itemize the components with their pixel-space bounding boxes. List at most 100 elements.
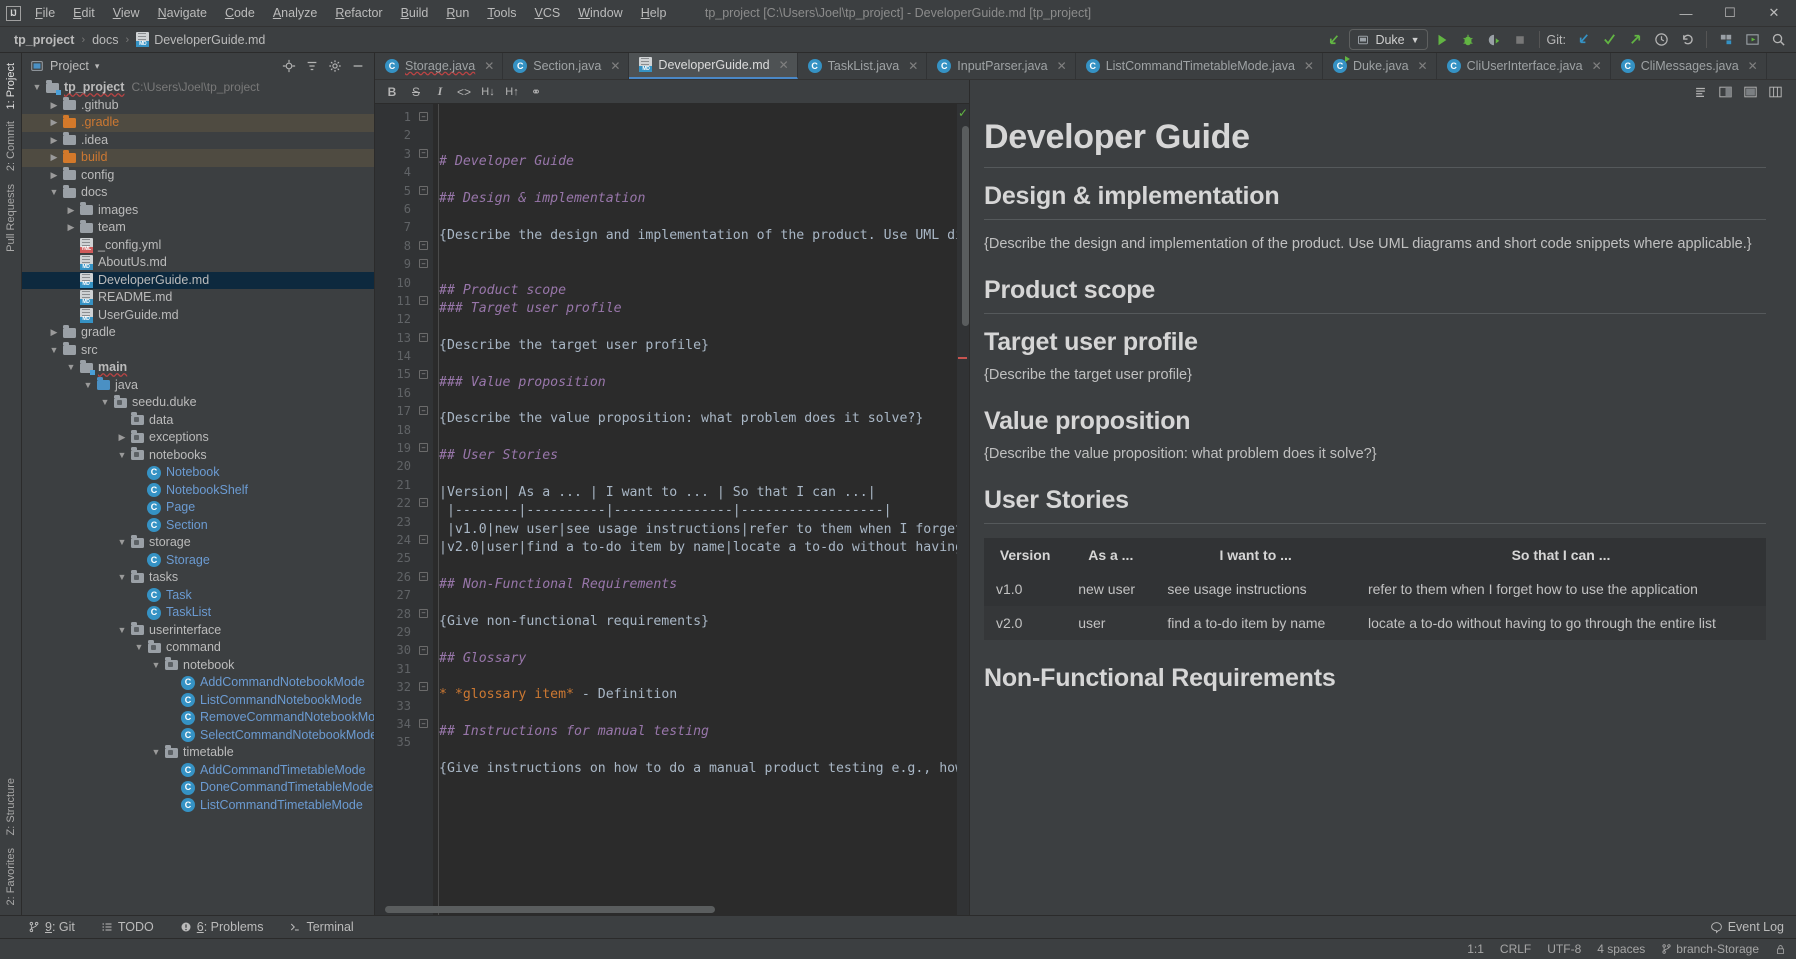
- line-number[interactable]: 25: [375, 549, 433, 567]
- file-encoding[interactable]: UTF-8: [1547, 942, 1581, 956]
- update-project-icon[interactable]: [1571, 29, 1595, 51]
- menu-item-file[interactable]: File: [26, 3, 64, 23]
- breadcrumb[interactable]: tp_project›docs›MDDeveloperGuide.md: [10, 31, 269, 48]
- chevron-right-icon[interactable]: ▶: [47, 167, 61, 185]
- code-line[interactable]: [439, 392, 957, 410]
- fold-end-icon[interactable]: −: [419, 535, 428, 544]
- tree-node-donecommandtimetablemode[interactable]: CDoneCommandTimetableMode: [22, 779, 374, 797]
- code-line[interactable]: [439, 705, 957, 723]
- tool-window-button-z-structure[interactable]: Z: Structure: [3, 772, 19, 841]
- tree-node-storage[interactable]: ▼storage: [22, 534, 374, 552]
- tree-node-notebookshelf[interactable]: CNotebookShelf: [22, 482, 374, 500]
- stop-icon[interactable]: [1508, 29, 1532, 51]
- hide-panel-icon[interactable]: [347, 55, 369, 77]
- tree-node-storage[interactable]: CStorage: [22, 552, 374, 570]
- code-line[interactable]: |Version| As a ... | I want to ... | So …: [439, 484, 957, 502]
- tree-node-userinterface[interactable]: ▼userinterface: [22, 622, 374, 640]
- code-line[interactable]: [439, 263, 957, 281]
- editor-tab-bar[interactable]: CStorage.java✕CSection.java✕MDDeveloperG…: [375, 53, 1796, 80]
- tree-node-command[interactable]: ▼command: [22, 639, 374, 657]
- show-editor-only-icon[interactable]: [1689, 82, 1711, 102]
- close-icon[interactable]: ✕: [1418, 59, 1428, 73]
- code-editor[interactable]: −12−34−567−8−910−1112−1314−1516−1718−192…: [375, 104, 969, 915]
- fold-region-icon[interactable]: −: [419, 572, 428, 581]
- chevron-right-icon[interactable]: ▶: [47, 114, 61, 132]
- line-number[interactable]: 23: [375, 513, 433, 531]
- close-icon[interactable]: ✕: [908, 59, 918, 73]
- close-icon[interactable]: ✕: [1748, 59, 1758, 73]
- chevron-down-icon[interactable]: ▼: [115, 622, 129, 640]
- tree-node--idea[interactable]: ▶.idea: [22, 132, 374, 150]
- fold-end-icon[interactable]: −: [419, 333, 428, 342]
- chevron-down-icon[interactable]: ▼: [30, 79, 44, 97]
- menu-item-build[interactable]: Build: [392, 3, 438, 23]
- bottom-bar-6-problems[interactable]: 6: Problems: [176, 919, 268, 935]
- chevron-right-icon[interactable]: ▶: [47, 97, 61, 115]
- source-code-text[interactable]: # Developer Guide ## Design & implementa…: [433, 104, 957, 915]
- preview-layout-icon[interactable]: [1740, 29, 1764, 51]
- debug-icon[interactable]: [1456, 29, 1480, 51]
- menu-item-refactor[interactable]: Refactor: [326, 3, 391, 23]
- tree-node-selectcommandnotebookmode[interactable]: CSelectCommandNotebookMode: [22, 727, 374, 745]
- chevron-down-icon[interactable]: ▼: [115, 447, 129, 465]
- chevron-right-icon[interactable]: ▶: [47, 149, 61, 167]
- line-number[interactable]: 18: [375, 421, 433, 439]
- tree-node-developerguide-md[interactable]: MDDeveloperGuide.md: [22, 272, 374, 290]
- tree-node-tasks[interactable]: ▼tasks: [22, 569, 374, 587]
- fold-end-icon[interactable]: −: [419, 149, 428, 158]
- fold-region-icon[interactable]: −: [419, 646, 428, 655]
- close-icon[interactable]: ✕: [610, 59, 620, 73]
- breadcrumb-item-developerguide-md[interactable]: MDDeveloperGuide.md: [132, 31, 269, 48]
- tree-node--github[interactable]: ▶.github: [22, 97, 374, 115]
- chevron-down-icon[interactable]: ▼: [115, 569, 129, 587]
- line-number[interactable]: 14: [375, 347, 433, 365]
- strikethrough-icon[interactable]: S: [405, 82, 427, 102]
- chevron-right-icon[interactable]: ▶: [47, 132, 61, 150]
- tree-node-section[interactable]: CSection: [22, 517, 374, 535]
- editor-tab-cliuserinterface-java[interactable]: CCliUserInterface.java✕: [1437, 53, 1611, 79]
- code-line[interactable]: ### Target user profile: [439, 300, 957, 318]
- menu-item-view[interactable]: View: [104, 3, 149, 23]
- event-log-group[interactable]: Event Log: [1710, 920, 1796, 934]
- minimize-button[interactable]: —: [1664, 0, 1708, 27]
- chevron-down-icon[interactable]: ▼: [81, 377, 95, 395]
- code-line[interactable]: |v1.0|new user|see usage instructions|re…: [439, 521, 957, 539]
- code-line[interactable]: [439, 245, 957, 263]
- editor-tab-inputparser-java[interactable]: CInputParser.java✕: [927, 53, 1075, 79]
- chevron-down-icon[interactable]: ▾: [95, 61, 100, 72]
- code-line[interactable]: [439, 594, 957, 612]
- code-line[interactable]: [439, 319, 957, 337]
- chevron-right-icon[interactable]: ▶: [47, 324, 61, 342]
- run-with-coverage-icon[interactable]: [1482, 29, 1506, 51]
- bold-icon[interactable]: B: [381, 82, 403, 102]
- line-number[interactable]: 10: [375, 274, 433, 292]
- bottom-bar-9-git[interactable]: 9: Git: [24, 919, 79, 935]
- tree-node-listcommandtimetablemode[interactable]: CListCommandTimetableMode: [22, 797, 374, 815]
- editor-tab-developerguide-md[interactable]: MDDeveloperGuide.md✕: [629, 53, 797, 79]
- chevron-down-icon[interactable]: ▼: [47, 342, 61, 360]
- tool-window-button-1-project[interactable]: 1: Project: [3, 57, 19, 115]
- code-line[interactable]: [439, 631, 957, 649]
- menu-item-navigate[interactable]: Navigate: [149, 3, 216, 23]
- line-number[interactable]: 16: [375, 384, 433, 402]
- code-icon[interactable]: <>: [453, 82, 475, 102]
- tree-node-notebooks[interactable]: ▼notebooks: [22, 447, 374, 465]
- breadcrumb-item-docs[interactable]: docs: [88, 32, 122, 48]
- horizontal-scrollbar[interactable]: [375, 906, 969, 915]
- tree-node--config-yml[interactable]: YML_config.yml: [22, 237, 374, 255]
- commit-icon[interactable]: [1597, 29, 1621, 51]
- inspection-status-icon[interactable]: ✓: [957, 106, 969, 120]
- tree-node-userguide-md[interactable]: MDUserGuide.md: [22, 307, 374, 325]
- chevron-down-icon[interactable]: ▼: [115, 534, 129, 552]
- chevron-down-icon[interactable]: ▼: [98, 394, 112, 412]
- fold-end-icon[interactable]: −: [419, 259, 428, 268]
- code-line[interactable]: ## Instructions for manual testing: [439, 723, 957, 741]
- chevron-down-icon[interactable]: ▼: [132, 639, 146, 657]
- code-line[interactable]: # Developer Guide: [439, 153, 957, 171]
- code-line[interactable]: {Describe the value proposition: what pr…: [439, 410, 957, 428]
- tree-node-seedu-duke[interactable]: ▼seedu.duke: [22, 394, 374, 412]
- line-number[interactable]: 27: [375, 586, 433, 604]
- push-icon[interactable]: [1623, 29, 1647, 51]
- menu-item-code[interactable]: Code: [216, 3, 264, 23]
- italic-icon[interactable]: I: [429, 82, 451, 102]
